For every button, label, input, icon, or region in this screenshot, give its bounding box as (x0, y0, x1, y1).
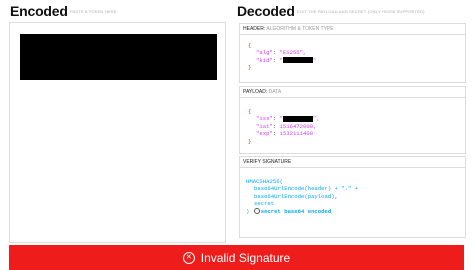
encoded-title: Encoded (10, 3, 68, 19)
payload-section-title: PAYLOAD: DATA (240, 87, 465, 98)
signature-line-header: base64UrlEncode(header) + "." + (254, 185, 359, 193)
secret-base64-label: secret base64 encoded (260, 207, 332, 215)
payload-iat-key: "iat" (256, 122, 273, 130)
payload-json-editor[interactable]: { "iss": " ", "iat": 1516472000, "exp": 1… (240, 98, 465, 145)
encoded-subtitle: PASTE A TOKEN HERE (70, 9, 117, 14)
payload-iat-value: 1516472000, (279, 122, 317, 130)
header-json-editor[interactable]: { "alg": "ES256", "kid": " " } (240, 35, 465, 72)
secret-base64-checkbox[interactable] (253, 208, 260, 215)
payload-section: PAYLOAD: DATA { "iss": " ", "iat": 151647… (239, 86, 466, 154)
decoded-title: Decoded (237, 3, 295, 19)
header-kid-quote-close: " (312, 56, 317, 64)
signature-code: HMACSHA256( base64UrlEncode(header) + ".… (240, 168, 465, 215)
header-label-muted: ALGORITHM & TOKEN TYPE (266, 26, 334, 32)
redacted-token-block (20, 34, 217, 80)
decoded-subtitle: EDIT THE PAYLOAD AND SECRET (ONLY HS256 … (297, 9, 425, 14)
close-circle-icon: ✕ (182, 251, 195, 264)
payload-iss-key: "iss" (256, 115, 273, 123)
header-section: HEADER: ALGORITHM & TOKEN TYPE { "alg": … (239, 23, 466, 83)
payload-exp-value: 1532111400 (279, 130, 314, 138)
header-alg-value: "ES256", (279, 49, 307, 57)
payload-exp-key: "exp" (256, 130, 273, 138)
encoded-token-input[interactable] (9, 22, 226, 243)
redacted-iss-value (282, 115, 313, 122)
signature-section: VERIFY SIGNATURE HMACSHA256( base64UrlEn… (239, 156, 466, 238)
invalid-signature-banner: ✕ Invalid Signature (9, 245, 464, 270)
payload-label-muted: DATA (268, 89, 282, 95)
payload-open-brace: { (248, 108, 252, 115)
header-section-title: HEADER: ALGORITHM & TOKEN TYPE (240, 24, 465, 35)
header-label: HEADER: (243, 26, 266, 32)
header-close-brace: } (248, 64, 252, 72)
invalid-signature-label: Invalid Signature (200, 250, 291, 265)
header-open-brace: { (248, 42, 252, 49)
redacted-kid-value (282, 57, 313, 64)
header-alg-key: "alg" (256, 49, 273, 57)
payload-close-brace: } (248, 137, 252, 145)
signature-line-hmac: HMACSHA256( (246, 178, 283, 185)
signature-close-paren: ) (246, 207, 250, 215)
signature-line-payload: base64UrlEncode(payload), (254, 192, 338, 200)
signature-section-title: VERIFY SIGNATURE (240, 157, 465, 168)
payload-iss-quote-close: ", (312, 115, 320, 123)
header-kid-key: "kid" (256, 56, 273, 64)
payload-label: PAYLOAD: (243, 89, 268, 95)
signature-secret-input[interactable]: secret (246, 200, 465, 207)
